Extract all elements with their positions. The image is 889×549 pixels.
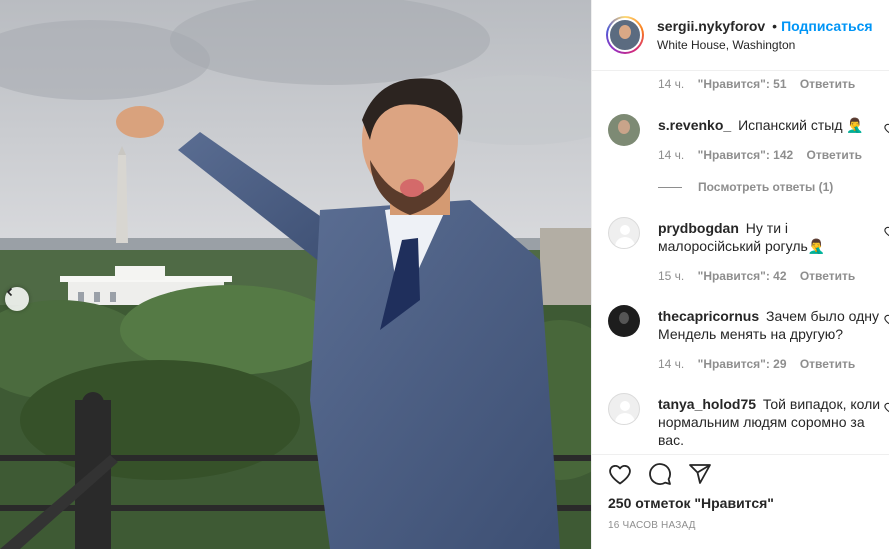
comment-likes[interactable]: "Нравится": 142 <box>698 148 794 162</box>
reply-button[interactable]: Ответить <box>800 77 855 91</box>
commenter-avatar[interactable] <box>608 114 640 146</box>
comment-meta: 14 ч. "Нравится": 51 Ответить <box>658 77 865 91</box>
post-side-panel: sergii.nykyforov • Подписаться White Hou… <box>591 0 889 549</box>
reply-button[interactable]: Ответить <box>800 269 855 283</box>
heart-icon[interactable] <box>884 225 889 237</box>
comment-time[interactable]: 14 ч. <box>658 148 684 162</box>
commenter-avatar[interactable] <box>608 217 640 249</box>
like-count[interactable]: 250 отметок "Нравится" <box>608 495 774 511</box>
comment-meta: 14 ч. "Нравится": 29 Ответить <box>658 357 865 371</box>
heart-icon[interactable] <box>884 313 889 325</box>
share-button[interactable] <box>688 463 712 487</box>
follow-button[interactable]: Подписаться <box>781 18 873 34</box>
like-button[interactable] <box>608 463 632 487</box>
comment-time[interactable]: 14 ч. <box>658 77 684 91</box>
share-icon <box>688 462 712 489</box>
author-avatar[interactable] <box>606 16 644 54</box>
comment-item: prydbogdan Ну ти і малоросійський рогуль… <box>608 217 889 277</box>
comment-icon <box>648 462 672 489</box>
post-photo[interactable] <box>0 0 591 549</box>
carousel-prev-button[interactable] <box>5 287 29 311</box>
comment-meta: 14 ч. "Нравится": 142 Ответить <box>658 148 872 162</box>
comment-time[interactable]: 15 ч. <box>658 269 684 283</box>
heart-icon[interactable] <box>884 122 889 134</box>
post-header: sergii.nykyforov • Подписаться White Hou… <box>592 0 889 71</box>
instagram-post: sergii.nykyforov • Подписаться White Hou… <box>0 0 889 549</box>
commenter-username[interactable]: thecapricornus <box>658 308 759 324</box>
heart-icon[interactable] <box>884 401 889 413</box>
view-replies-button[interactable]: Посмотреть ответы (1) <box>658 180 833 194</box>
comment-time[interactable]: 14 ч. <box>658 357 684 371</box>
replies-divider <box>658 186 682 188</box>
comments-list[interactable]: 14 ч. "Нравится": 51 Ответить s.revenko_… <box>592 72 889 454</box>
post-location[interactable]: White House, Washington <box>657 38 873 52</box>
comment-item: thecapricornus Зачем было одну Мендель м… <box>608 305 889 365</box>
view-replies-label[interactable]: Посмотреть ответы (1) <box>698 180 833 194</box>
commenter-username[interactable]: prydbogdan <box>658 220 739 236</box>
photo-image <box>0 0 591 549</box>
action-icons <box>608 462 712 489</box>
heart-icon <box>608 463 632 488</box>
comment-likes[interactable]: "Нравится": 29 <box>698 357 787 371</box>
comment-item: tanya_holod75 Той випадок, коли нормальн… <box>608 393 889 454</box>
comment-item: s.revenko_ Испанский стыд 🤦‍♂️ <box>608 114 889 174</box>
commenter-avatar[interactable] <box>608 305 640 337</box>
separator-dot: • <box>772 18 778 34</box>
commenter-username[interactable]: tanya_holod75 <box>658 396 756 412</box>
post-actions: 250 отметок "Нравится" 16 часов назад <box>592 454 889 549</box>
reply-button[interactable]: Ответить <box>807 148 862 162</box>
comment-likes[interactable]: "Нравится": 42 <box>698 269 787 283</box>
comment-meta: 15 ч. "Нравится": 42 Ответить <box>658 269 865 283</box>
commenter-username[interactable]: s.revenko_ <box>658 117 731 133</box>
comment-text: Испанский стыд 🤦‍♂️ <box>738 117 864 133</box>
reply-button[interactable]: Ответить <box>800 357 855 371</box>
comment-likes[interactable]: "Нравится": 51 <box>698 77 787 91</box>
author-username[interactable]: sergii.nykyforov <box>657 18 765 34</box>
post-timestamp[interactable]: 16 часов назад <box>608 520 696 531</box>
commenter-avatar[interactable] <box>608 393 640 425</box>
comment-button[interactable] <box>648 462 672 489</box>
